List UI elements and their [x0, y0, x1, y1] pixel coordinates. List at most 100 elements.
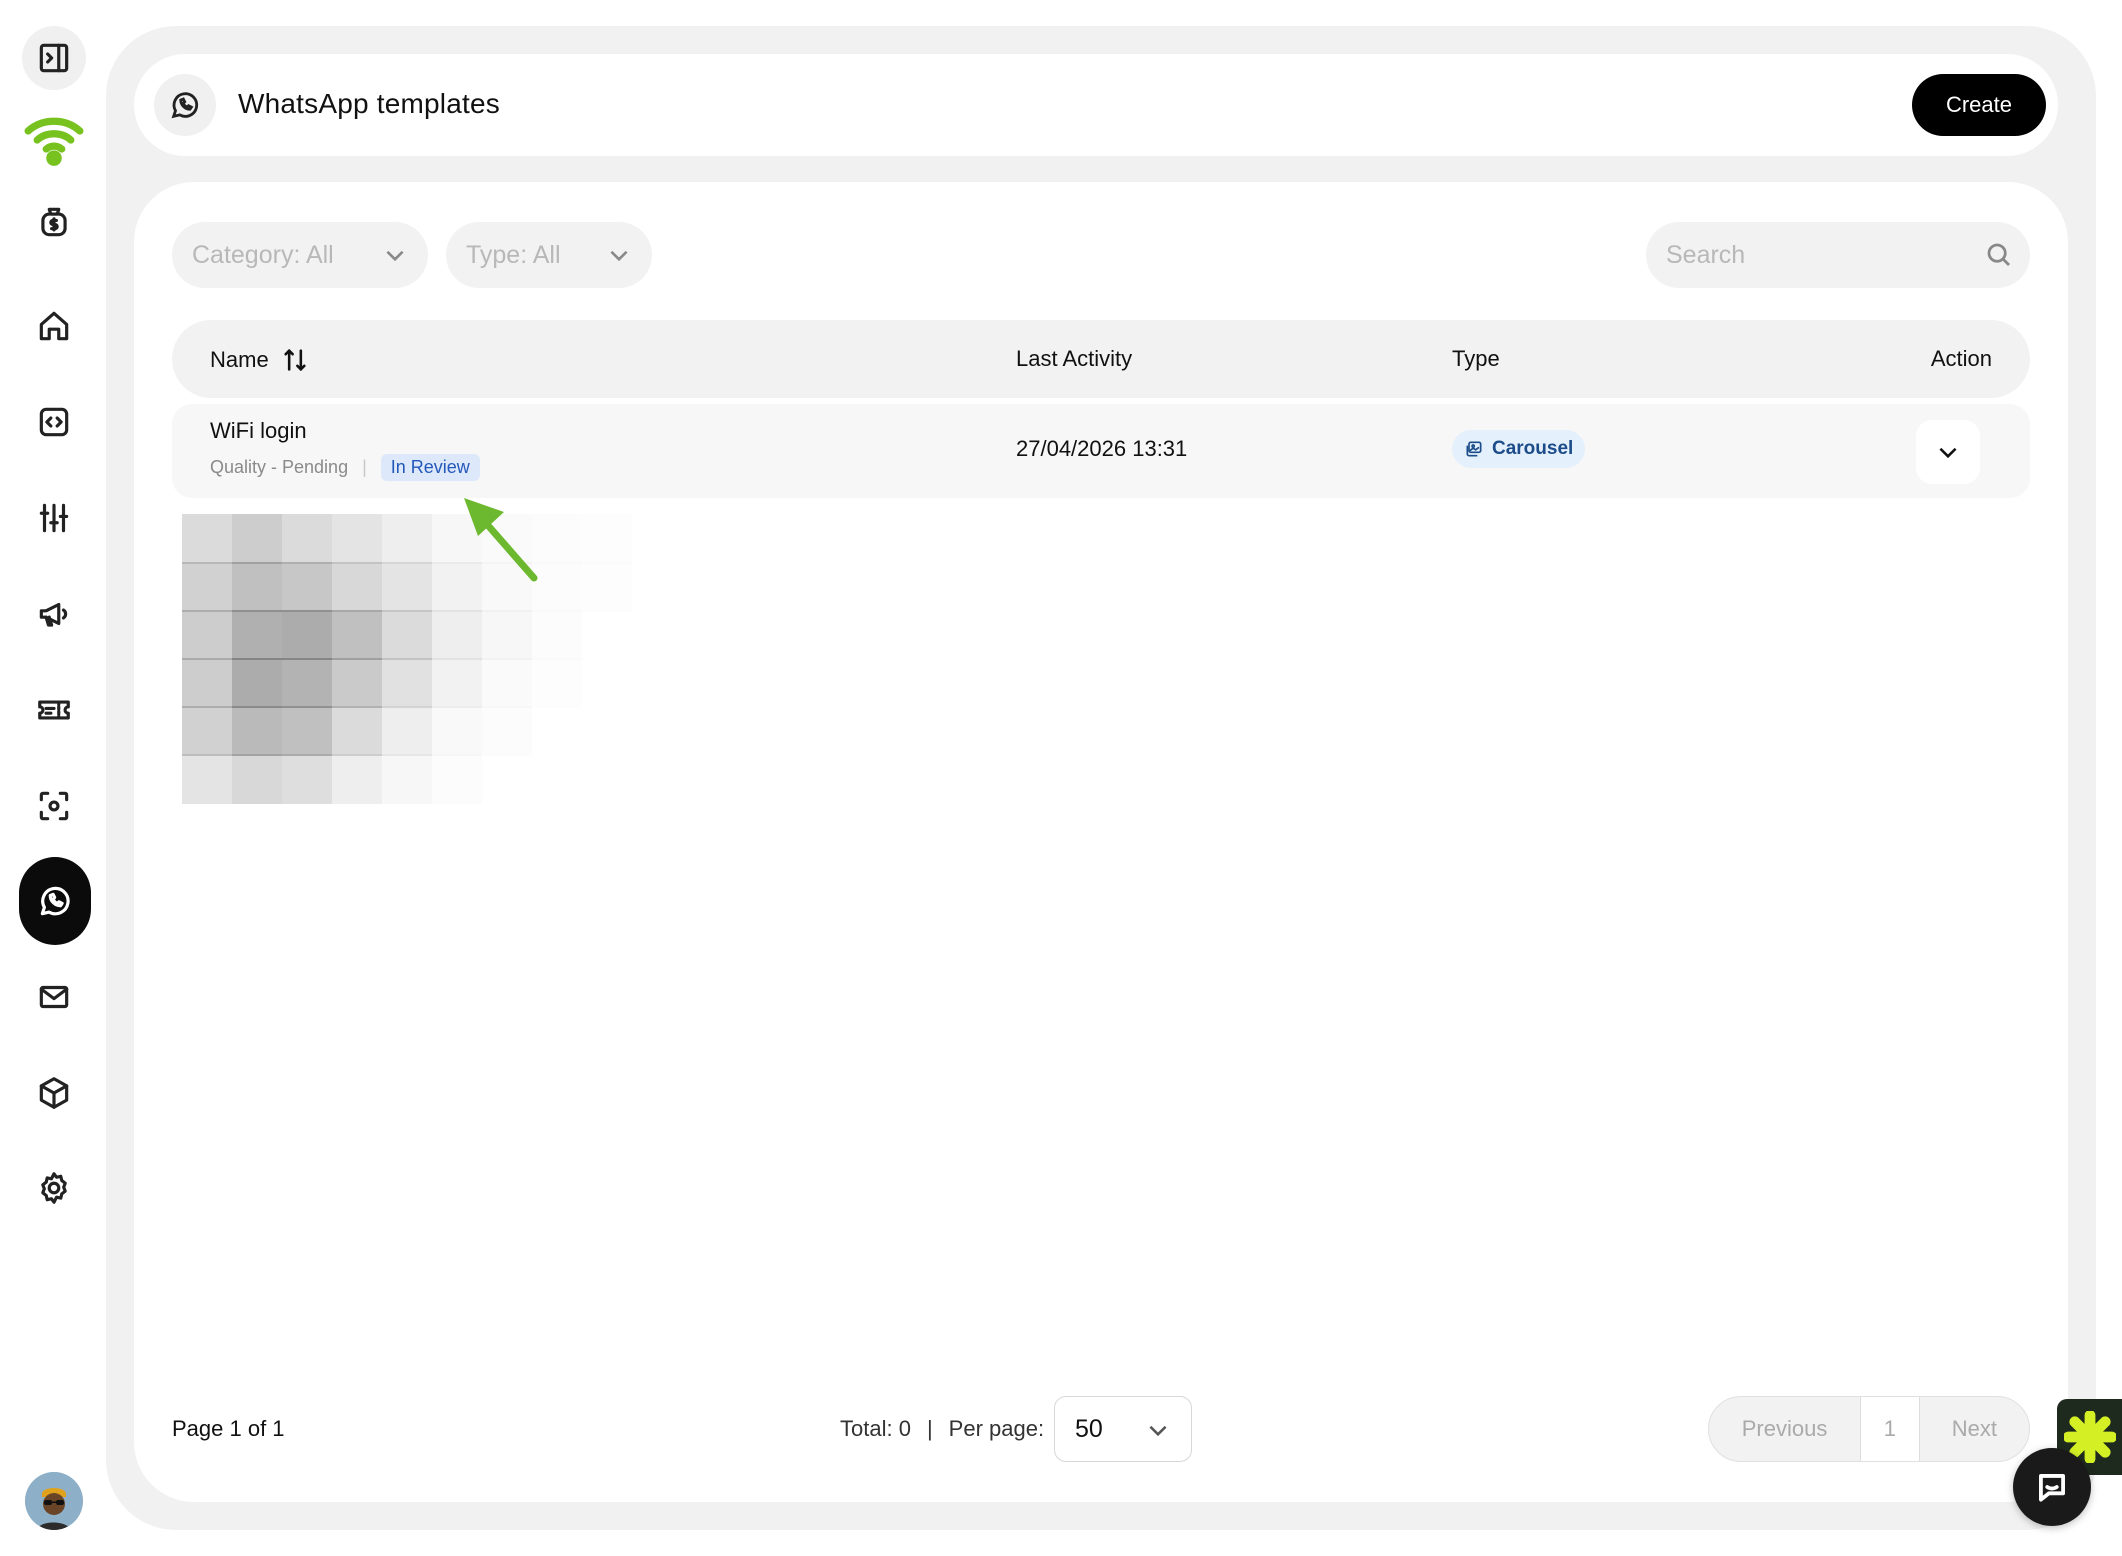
sidebar-item-products[interactable]: [22, 1061, 86, 1125]
code-icon: [39, 407, 69, 437]
sidebar-item-billing[interactable]: [22, 190, 86, 254]
preview-pixel: [232, 562, 282, 612]
annotation-arrow: [464, 498, 538, 582]
preview-pixel: [182, 658, 232, 708]
preview-pixel: [332, 610, 382, 660]
next-button[interactable]: Next: [1920, 1397, 2029, 1461]
page-number-button[interactable]: 1: [1860, 1397, 1920, 1461]
preview-pixel: [482, 706, 532, 756]
sort-icon: [284, 349, 306, 371]
template-meta: Quality - Pending | In Review: [210, 454, 480, 481]
preview-pixel: [432, 658, 482, 708]
preview-pixel: [482, 658, 532, 708]
sidebar-item-settings[interactable]: [22, 1156, 86, 1220]
sidebar-toggle-button[interactable]: [22, 26, 86, 90]
sidebar-item-controls[interactable]: [22, 486, 86, 550]
brand-logo[interactable]: [22, 108, 86, 172]
chevron-down-icon: [606, 242, 632, 268]
page-title: WhatsApp templates: [238, 88, 500, 119]
preview-pixel: [382, 562, 432, 612]
status-badge: In Review: [380, 454, 480, 481]
table-header: Name Last Activity Type Action: [172, 320, 2030, 398]
image-icon: [1466, 441, 1482, 457]
chevron-down-icon: [1145, 1417, 1171, 1450]
sidebar-item-campaigns[interactable]: [22, 582, 86, 646]
preview-pixel: [182, 610, 232, 660]
category-filter-dropdown[interactable]: Category: All: [172, 222, 428, 288]
preview-pixel: [282, 610, 332, 660]
sidebar-item-vouchers[interactable]: [22, 678, 86, 742]
per-page-value: 50: [1075, 1414, 1103, 1443]
per-page-label: Per page:: [948, 1416, 1045, 1441]
search-icon[interactable]: [1984, 240, 2014, 270]
whatsapp-icon: [40, 886, 70, 916]
per-page-select[interactable]: 50: [1054, 1396, 1192, 1462]
page-indicator: Page 1 of 1: [172, 1416, 285, 1441]
preview-pixel: [532, 658, 582, 708]
sliders-icon: [39, 503, 69, 533]
create-button[interactable]: Create: [1912, 74, 2046, 136]
preview-pixel: [532, 610, 582, 660]
previous-button[interactable]: Previous: [1709, 1397, 1860, 1461]
sidebar: [0, 0, 108, 1556]
sidebar-item-scan[interactable]: [22, 774, 86, 838]
preview-pixel: [382, 658, 432, 708]
cube-icon: [39, 1077, 69, 1109]
preview-pixel: [282, 706, 332, 756]
megaphone-icon: [39, 602, 68, 627]
page-header: WhatsApp templates Create: [134, 54, 2058, 156]
preview-pixel: [382, 706, 432, 756]
preview-pixel: [432, 706, 482, 756]
preview-pixel: [582, 514, 632, 564]
last-activity-value: 27/04/2026 13:31: [1016, 436, 1188, 461]
column-header-last-activity: Last Activity: [1016, 346, 1133, 371]
dollar-bag-icon: [41, 207, 67, 237]
avatar[interactable]: [25, 1472, 83, 1530]
whatsapp-icon: [171, 92, 199, 119]
column-header-type: Type: [1452, 346, 1500, 371]
preview-pixel: [232, 514, 282, 564]
preview-pixel: [282, 514, 332, 564]
preview-pixel: [432, 610, 482, 660]
type-badge-label: Carousel: [1492, 438, 1574, 459]
column-header-name[interactable]: Name: [210, 346, 309, 374]
user-avatar-icon: [25, 1472, 83, 1530]
templates-panel: Category: All Type: All Name Last Activi…: [134, 182, 2068, 1502]
preview-pixel: [182, 514, 232, 564]
gear-icon: [41, 1172, 67, 1204]
category-filter-label: Category: All: [192, 240, 334, 269]
total-count: Total: 0: [840, 1416, 911, 1441]
preview-pixel: [332, 562, 382, 612]
column-header-action: Action: [1930, 346, 1992, 371]
total-summary: Total: 0 | Per page:: [840, 1416, 1044, 1442]
wifi-logo-icon: [24, 117, 84, 166]
type-filter-dropdown[interactable]: Type: All: [446, 222, 652, 288]
sidebar-toggle-icon: [39, 43, 69, 73]
chevron-down-icon: [382, 242, 408, 268]
home-icon: [39, 311, 69, 341]
sidebar-item-whatsapp[interactable]: [19, 857, 91, 945]
preview-pixel: [432, 754, 482, 804]
sidebar-item-home[interactable]: [22, 294, 86, 358]
template-name: WiFi login: [210, 418, 307, 443]
blurred-preview: [182, 514, 682, 804]
preview-pixel: [332, 754, 382, 804]
search-input[interactable]: [1646, 222, 2030, 288]
chat-launcher-button[interactable]: [2013, 1448, 2091, 1526]
preview-pixel: [382, 610, 432, 660]
sidebar-item-code[interactable]: [22, 390, 86, 454]
preview-pixel: [282, 562, 332, 612]
search-box: [1646, 222, 2030, 288]
mail-icon: [39, 985, 69, 1009]
sidebar-item-email[interactable]: [22, 965, 86, 1029]
preview-pixel: [232, 754, 282, 804]
preview-pixel: [582, 562, 632, 612]
row-expand-button[interactable]: [1916, 420, 1980, 484]
preview-pixel: [232, 658, 282, 708]
preview-pixel: [382, 514, 432, 564]
quality-status: Quality - Pending: [210, 457, 349, 477]
preview-pixel: [332, 658, 382, 708]
table-row[interactable]: WiFi login Quality - Pending | In Review…: [172, 404, 2030, 498]
preview-pixel: [182, 562, 232, 612]
meta-separator: |: [362, 457, 367, 477]
